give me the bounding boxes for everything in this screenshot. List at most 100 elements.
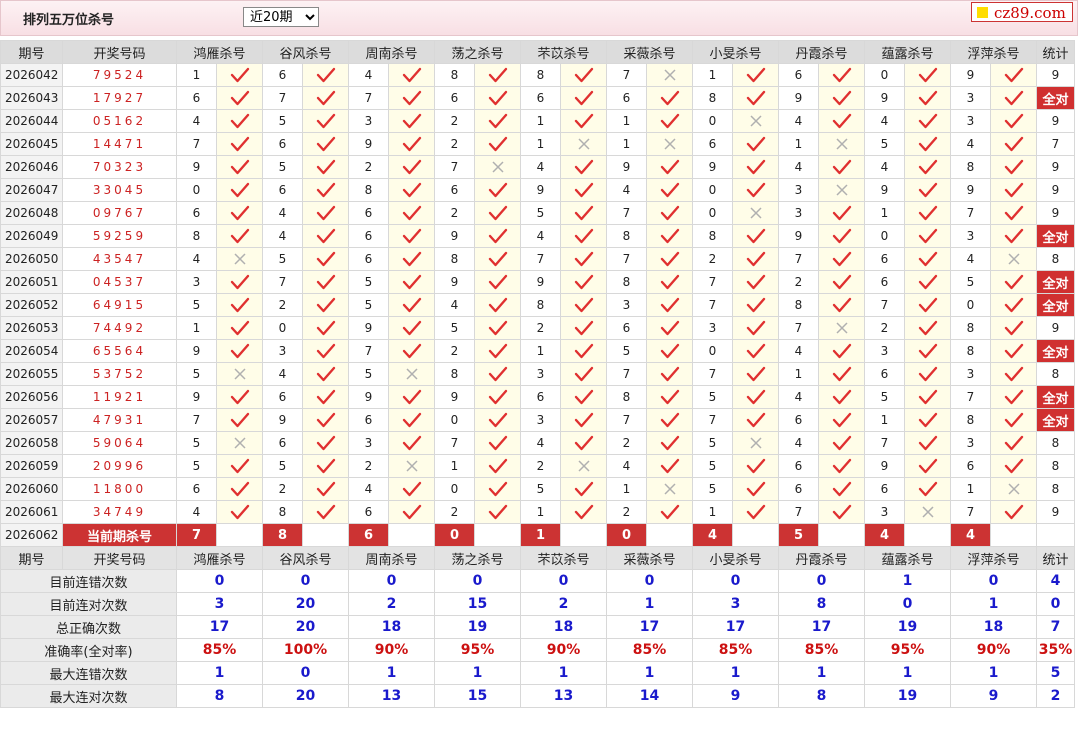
check-icon bbox=[990, 339, 1037, 363]
check-icon bbox=[388, 224, 435, 248]
kill-number: 6 bbox=[778, 477, 819, 501]
check-icon bbox=[732, 316, 779, 340]
table-row: 2026055 53752 5 4 5 8 3 7 7 1 6 3 8 bbox=[0, 362, 1075, 386]
kill-number: 2 bbox=[864, 316, 905, 340]
footer-header-expert-5[interactable]: 采薇杀号 bbox=[606, 546, 693, 570]
check-icon bbox=[818, 293, 865, 317]
check-icon bbox=[732, 155, 779, 179]
kill-number: 2 bbox=[520, 316, 561, 340]
check-icon bbox=[216, 63, 263, 87]
stat-value: 19 bbox=[864, 615, 951, 639]
stat-value: 17 bbox=[176, 615, 263, 639]
site-logo[interactable]: cz89.com bbox=[971, 2, 1073, 22]
footer-header-expert-6[interactable]: 小旻杀号 bbox=[692, 546, 779, 570]
kill-number: 1 bbox=[692, 63, 733, 87]
check-icon bbox=[560, 408, 607, 432]
check-icon bbox=[818, 362, 865, 386]
column-header-expert-6[interactable]: 小旻杀号 bbox=[692, 40, 779, 64]
check-icon bbox=[904, 339, 951, 363]
kill-number: 3 bbox=[950, 224, 991, 248]
stat-value: 0 bbox=[434, 569, 521, 593]
column-header-expert-4[interactable]: 芣苡杀号 bbox=[520, 40, 607, 64]
check-icon bbox=[388, 178, 435, 202]
kill-number: 1 bbox=[176, 316, 217, 340]
stat-label: 最大连对次数 bbox=[0, 684, 177, 708]
kill-number: 7 bbox=[262, 270, 303, 294]
stat-value: 20 bbox=[262, 615, 349, 639]
column-header-expert-3[interactable]: 荡之杀号 bbox=[434, 40, 521, 64]
kill-number: 6 bbox=[262, 431, 303, 455]
table-row: 2026057 47931 7 9 6 0 3 7 7 6 1 8 全对 bbox=[0, 408, 1075, 432]
kill-number: 5 bbox=[520, 477, 561, 501]
check-icon bbox=[302, 477, 349, 501]
footer-header-expert-8[interactable]: 蕴露杀号 bbox=[864, 546, 951, 570]
footer-header-expert-9[interactable]: 浮萍杀号 bbox=[950, 546, 1037, 570]
check-icon bbox=[990, 201, 1037, 225]
draw-number: 43547 bbox=[62, 247, 177, 271]
kill-number: 1 bbox=[606, 109, 647, 133]
current-kill-number: 4 bbox=[950, 523, 991, 547]
stat-value: 1 bbox=[520, 661, 607, 685]
footer-header-expert-3[interactable]: 荡之杀号 bbox=[434, 546, 521, 570]
check-icon bbox=[474, 63, 521, 87]
check-icon bbox=[904, 86, 951, 110]
footer-header-expert-4[interactable]: 芣苡杀号 bbox=[520, 546, 607, 570]
kill-number: 6 bbox=[348, 408, 389, 432]
check-icon bbox=[302, 247, 349, 271]
column-header-expert-1[interactable]: 谷风杀号 bbox=[262, 40, 349, 64]
current-blank bbox=[388, 523, 435, 547]
check-icon bbox=[818, 201, 865, 225]
stat-value: 0 bbox=[1036, 592, 1075, 616]
kill-number: 1 bbox=[520, 109, 561, 133]
kill-number: 8 bbox=[520, 293, 561, 317]
kill-number: 8 bbox=[950, 316, 991, 340]
footer-header-expert-7[interactable]: 丹霞杀号 bbox=[778, 546, 865, 570]
all-correct-badge: 全对 bbox=[1036, 408, 1075, 432]
footer-header-expert-1[interactable]: 谷风杀号 bbox=[262, 546, 349, 570]
check-icon bbox=[474, 270, 521, 294]
cross-icon bbox=[818, 178, 865, 202]
check-icon bbox=[990, 63, 1037, 87]
kill-number: 1 bbox=[778, 362, 819, 386]
check-icon bbox=[818, 155, 865, 179]
stat-value: 19 bbox=[434, 615, 521, 639]
check-icon bbox=[990, 362, 1037, 386]
stat-value: 14 bbox=[606, 684, 693, 708]
check-icon bbox=[216, 178, 263, 202]
stat-value: 0 bbox=[348, 569, 435, 593]
period-select[interactable]: 近20期 bbox=[243, 7, 319, 27]
kill-number: 6 bbox=[606, 316, 647, 340]
stat-value: 5 bbox=[1036, 661, 1075, 685]
all-correct-badge: 全对 bbox=[1036, 293, 1075, 317]
column-header-expert-9[interactable]: 浮萍杀号 bbox=[950, 40, 1037, 64]
kill-number: 2 bbox=[692, 247, 733, 271]
kill-number: 4 bbox=[864, 155, 905, 179]
footer-header-expert-0[interactable]: 鸿雁杀号 bbox=[176, 546, 263, 570]
column-header-expert-5[interactable]: 采薇杀号 bbox=[606, 40, 693, 64]
column-header-expert-7[interactable]: 丹霞杀号 bbox=[778, 40, 865, 64]
kill-number: 6 bbox=[606, 86, 647, 110]
stat-value: 9 bbox=[950, 684, 1037, 708]
check-icon bbox=[560, 224, 607, 248]
kill-number: 7 bbox=[778, 247, 819, 271]
kill-number: 8 bbox=[434, 362, 475, 386]
kill-number: 3 bbox=[778, 178, 819, 202]
kill-number: 6 bbox=[864, 477, 905, 501]
row-total: 8 bbox=[1036, 477, 1075, 501]
check-icon bbox=[732, 224, 779, 248]
kill-number: 8 bbox=[606, 270, 647, 294]
kill-number: 5 bbox=[262, 155, 303, 179]
kill-number: 4 bbox=[778, 385, 819, 409]
table-row: 2026051 04537 3 7 5 9 9 8 7 2 6 5 全对 bbox=[0, 270, 1075, 294]
kill-number: 8 bbox=[176, 224, 217, 248]
issue-number: 2026060 bbox=[0, 477, 63, 501]
column-header-expert-0[interactable]: 鸿雁杀号 bbox=[176, 40, 263, 64]
check-icon bbox=[474, 431, 521, 455]
column-header-expert-8[interactable]: 蕴露杀号 bbox=[864, 40, 951, 64]
stat-value: 17 bbox=[692, 615, 779, 639]
stats-row: 最大连对次数 8 20 13 15 13 14 9 8 19 9 2 bbox=[0, 684, 1075, 708]
column-header-expert-2[interactable]: 周南杀号 bbox=[348, 40, 435, 64]
stat-value: 13 bbox=[348, 684, 435, 708]
stat-value: 20 bbox=[262, 684, 349, 708]
footer-header-expert-2[interactable]: 周南杀号 bbox=[348, 546, 435, 570]
